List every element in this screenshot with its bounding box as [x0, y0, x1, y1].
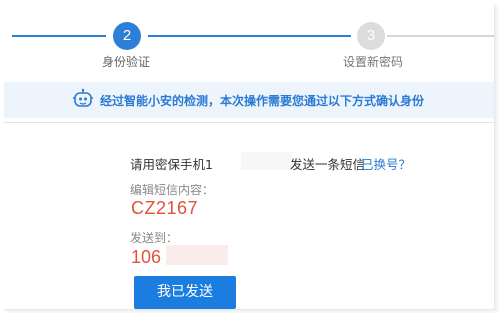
send-to-label: 发送到： — [130, 231, 179, 245]
progress-steps: 2 3 身份验证 设置新密码 — [4, 4, 494, 84]
sms-instruction-prefix: 请用密保手机1 — [130, 157, 213, 172]
sms-code: CZ2167 — [131, 198, 199, 218]
progress-line-done — [12, 35, 106, 37]
masked-send-number — [166, 245, 228, 265]
edit-sms-label: 编辑短信内容： — [130, 183, 215, 197]
divider — [4, 122, 494, 123]
step-2-indicator: 2 — [113, 22, 141, 50]
verification-panel: 2 3 身份验证 设置新密码 经过智能小安的检测，本次操作需要您通过以下方式确认… — [4, 4, 495, 310]
progress-line-pending — [387, 35, 494, 37]
step-label-identity: 身份验证 — [102, 55, 151, 69]
changed-number-link[interactable]: 已换号？ — [361, 154, 411, 173]
step-3-indicator: 3 — [357, 22, 385, 50]
security-notice: 经过智能小安的检测，本次操作需要您通过以下方式确认身份 — [4, 82, 494, 118]
robot-icon — [73, 88, 93, 107]
send-to-number: 106 — [131, 247, 162, 267]
progress-line-current — [148, 35, 351, 37]
sent-confirm-button[interactable]: 我已发送 — [134, 276, 236, 309]
masked-phone-number — [241, 152, 293, 170]
notice-text: 经过智能小安的检测，本次操作需要您通过以下方式确认身份 — [100, 94, 425, 108]
sms-instruction-suffix: 发送一条短信 — [290, 157, 366, 172]
step-label-new-password: 设置新密码 — [343, 55, 404, 69]
